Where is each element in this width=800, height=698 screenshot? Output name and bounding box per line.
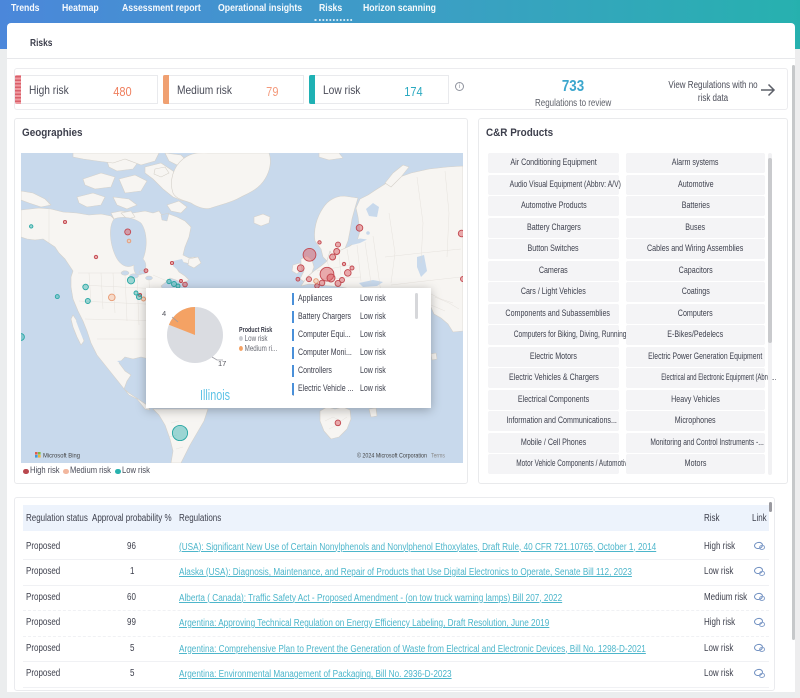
svg-text:© 2024 Microsoft Corporation: © 2024 Microsoft Corporation: [357, 452, 427, 460]
svg-text:Terms: Terms: [431, 453, 446, 460]
svg-text:Microsoft Bing: Microsoft Bing: [43, 453, 80, 460]
